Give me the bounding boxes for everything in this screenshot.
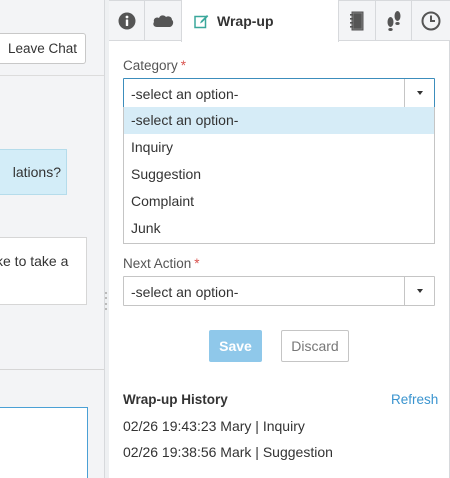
customer-message-text: ke to take a [0, 253, 69, 269]
agent-message-bubble: lations? [0, 149, 67, 195]
info-icon [118, 12, 135, 30]
tab-wrap-up[interactable]: Wrap-up [181, 0, 339, 42]
wrap-up-panel: Wrap-up Category * -select an option- -se… [109, 0, 450, 478]
tab-notes[interactable] [339, 1, 376, 41]
footsteps-icon [387, 11, 400, 31]
refresh-link[interactable]: Refresh [391, 392, 438, 407]
category-select[interactable]: -select an option- [123, 78, 435, 108]
customer-message-bubble: ke to take a [0, 237, 87, 305]
splitter-grip-icon[interactable] [105, 292, 107, 310]
chevron-down-icon [416, 91, 423, 95]
category-option[interactable]: Complaint [124, 188, 434, 215]
notebook-icon [350, 11, 364, 31]
next-action-label-text: Next Action [123, 256, 192, 271]
next-action-label: Next Action * [123, 256, 200, 271]
history-entry: 02/26 19:38:56 Mark | Suggestion [123, 444, 333, 460]
tab-bar: Wrap-up [109, 0, 450, 42]
leave-chat-button[interactable]: Leave Chat [0, 33, 86, 64]
chat-input[interactable] [0, 407, 88, 478]
next-action-dropdown-toggle[interactable] [404, 277, 434, 305]
required-marker: * [194, 256, 200, 271]
wrap-up-history-title: Wrap-up History [123, 392, 228, 407]
chevron-down-icon [416, 289, 423, 293]
history-entry: 02/26 19:43:23 Mary | Inquiry [123, 418, 305, 434]
discard-button[interactable]: Discard [281, 330, 349, 362]
chat-divider [0, 75, 104, 76]
chat-input-divider [0, 369, 104, 370]
category-option[interactable]: Inquiry [124, 134, 434, 161]
agent-message-text: lations? [12, 164, 61, 180]
edit-icon [194, 14, 209, 28]
chat-pane: Leave Chat lations? ke to take a [0, 0, 104, 478]
category-dropdown-toggle[interactable] [404, 79, 434, 107]
category-option[interactable]: Junk [124, 215, 434, 242]
tab-journey[interactable] [376, 1, 412, 41]
next-action-select-value: -select an option- [131, 284, 239, 300]
tab-salesforce[interactable] [145, 1, 181, 41]
required-marker: * [180, 58, 187, 73]
salesforce-cloud-icon [153, 15, 174, 27]
category-option[interactable]: Suggestion [124, 161, 434, 188]
clock-icon [421, 11, 441, 31]
save-button[interactable]: Save [209, 330, 262, 362]
next-action-select[interactable]: -select an option- [123, 276, 435, 306]
category-dropdown-list: -select an option- Inquiry Suggestion Co… [123, 107, 435, 244]
category-select-value: -select an option- [131, 86, 239, 102]
tab-info[interactable] [109, 1, 145, 41]
category-option[interactable]: -select an option- [124, 107, 434, 134]
tab-wrap-up-label: Wrap-up [217, 13, 274, 29]
category-label: Category * [123, 58, 186, 73]
category-label-text: Category [123, 58, 178, 73]
tab-history[interactable] [412, 1, 450, 41]
